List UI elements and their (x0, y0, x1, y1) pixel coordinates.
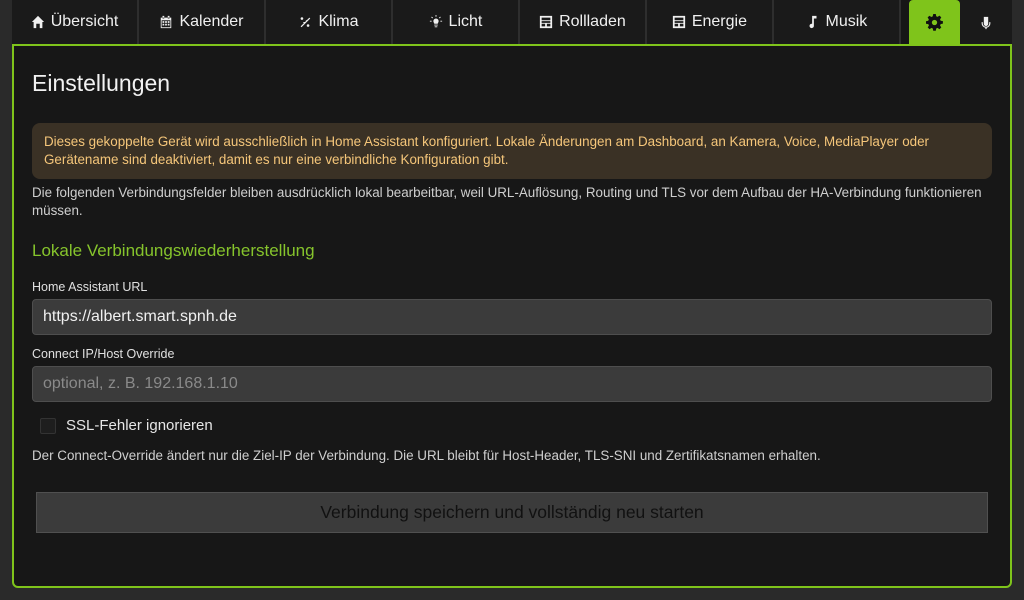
ssl-checkbox-label: SSL-Fehler ignorieren (66, 417, 213, 434)
calendar-icon (159, 15, 173, 29)
home-icon (31, 15, 45, 29)
climate-icon (298, 15, 312, 29)
blinds-icon (539, 15, 553, 29)
warning-banner: Dieses gekoppelte Gerät wird ausschließl… (32, 123, 992, 179)
microphone-icon (979, 15, 993, 30)
tab-energy[interactable]: Energie (646, 0, 774, 44)
tab-music[interactable]: Musik (773, 0, 901, 44)
section-title: Lokale Verbindungswiederherstellung (32, 241, 315, 260)
tab-overview[interactable]: Übersicht (12, 0, 139, 44)
override-input[interactable] (32, 366, 992, 402)
url-input[interactable] (32, 299, 992, 335)
tab-blinds[interactable]: Rollladen (519, 0, 647, 44)
settings-panel: Einstellungen Dieses gekoppelte Gerät wi… (12, 44, 1012, 588)
save-restart-button[interactable]: Verbindung speichern und vollständig neu… (36, 492, 988, 533)
gear-icon (926, 13, 944, 31)
tab-bar: Übersicht Kalender Klima Licht Rollladen… (12, 0, 1013, 44)
ssl-checkbox[interactable] (40, 417, 56, 434)
info-text: Die folgenden Verbindungsfelder bleiben … (32, 185, 982, 218)
tab-label: Klima (318, 13, 359, 30)
tab-calendar[interactable]: Kalender (138, 0, 266, 44)
url-label: Home Assistant URL (32, 280, 148, 294)
tab-label: Musik (825, 13, 868, 30)
ssl-checkbox-row[interactable]: SSL-Fehler ignorieren (40, 417, 213, 434)
energy-icon (672, 15, 686, 29)
override-note: Der Connect-Override ändert nur die Ziel… (32, 448, 821, 463)
tab-label: Kalender (179, 13, 244, 30)
tab-settings[interactable] (908, 0, 961, 44)
page-title: Einstellungen (32, 70, 171, 96)
light-icon (429, 15, 443, 29)
tab-label: Rollladen (559, 13, 626, 30)
tab-light[interactable]: Licht (392, 0, 520, 44)
override-label: Connect IP/Host Override (32, 347, 175, 361)
tab-label: Übersicht (50, 13, 119, 30)
tab-voice[interactable] (960, 0, 1013, 44)
tab-climate[interactable]: Klima (265, 0, 393, 44)
tab-label: Licht (448, 13, 483, 30)
music-note-icon (806, 15, 820, 29)
tab-label: Energie (691, 13, 747, 30)
